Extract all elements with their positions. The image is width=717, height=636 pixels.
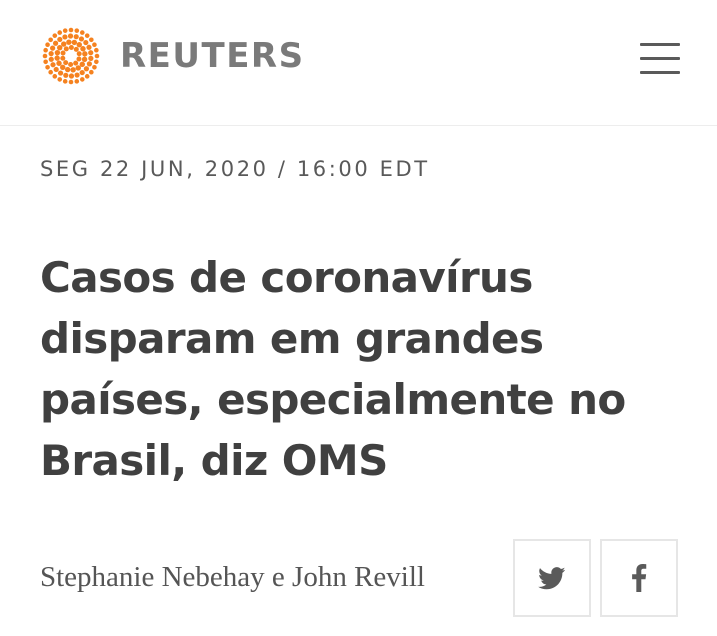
twitter-icon	[538, 566, 566, 589]
logo-dot	[78, 36, 85, 42]
logo-dot	[57, 70, 64, 76]
logo-dot	[57, 36, 63, 43]
logo-dot	[64, 66, 71, 73]
logo-dot	[52, 33, 58, 38]
logo-dot	[94, 47, 99, 53]
logo-dot	[79, 69, 85, 76]
logo-dot	[66, 39, 72, 45]
logo-dot	[52, 74, 58, 79]
logo-dot	[89, 37, 94, 43]
logo-dot	[62, 34, 68, 40]
logo-dot	[76, 42, 82, 48]
logo-dot	[54, 49, 61, 56]
brand-name: REUTERS	[120, 36, 305, 76]
menu-icon[interactable]	[638, 40, 682, 76]
logo-dot	[73, 46, 79, 52]
logo-dot	[74, 79, 80, 84]
logo-dot	[79, 77, 85, 82]
reuters-logo-icon	[42, 27, 100, 85]
logo-dot	[68, 61, 74, 67]
logo-dot	[73, 60, 79, 66]
logo-dot	[83, 39, 89, 46]
logo-dot	[56, 60, 62, 66]
article-dateline: SEG 22 JUN, 2020 / 16:00 EDT	[40, 157, 430, 181]
logo-dot	[84, 33, 90, 38]
logo-dot	[79, 30, 85, 35]
logo-dot	[94, 59, 99, 65]
logo-dot	[57, 45, 63, 51]
logo-dot	[43, 47, 48, 53]
logo-dot	[68, 79, 74, 85]
logo-dot	[57, 30, 63, 35]
logo-dot	[62, 28, 68, 33]
article-byline[interactable]: Stephanie Nebehay e John Revill	[40, 561, 425, 594]
logo-dot	[92, 42, 97, 48]
logo-dot	[74, 72, 80, 78]
logo-dot	[63, 46, 69, 52]
logo-dot	[86, 61, 92, 67]
logo-dot	[50, 62, 56, 68]
logo-dot	[68, 45, 74, 51]
logo-dot	[84, 74, 90, 79]
logo-dot	[88, 50, 94, 56]
logo-dot	[70, 67, 76, 73]
logo-dot	[73, 34, 79, 40]
logo-dot	[62, 79, 68, 84]
logo-dot	[74, 28, 80, 33]
logo-dot	[83, 66, 90, 72]
logo-dot	[45, 64, 50, 70]
logo-dot	[50, 45, 56, 51]
logo-dot	[54, 55, 60, 61]
logo-dot	[53, 66, 59, 73]
logo-dot	[52, 40, 59, 46]
logo-dot	[60, 55, 66, 61]
logo-dot	[75, 65, 81, 71]
logo-dot	[67, 33, 74, 39]
logo-dot	[76, 51, 82, 57]
reuters-logo[interactable]: REUTERS	[40, 26, 305, 86]
logo-dot	[80, 46, 86, 52]
logo-dot	[63, 60, 69, 66]
logo-dot	[63, 72, 69, 78]
share-facebook-button[interactable]	[600, 539, 678, 617]
logo-dot	[81, 56, 88, 63]
logo-dot	[60, 64, 66, 70]
logo-dot	[89, 69, 94, 75]
logo-dot	[92, 64, 97, 70]
logo-dot	[79, 61, 85, 67]
logo-dot	[42, 53, 48, 59]
logo-dot	[60, 50, 66, 56]
article-headline: Casos de coronavírus disparam em grandes…	[40, 253, 626, 485]
site-header: REUTERS	[0, 0, 717, 126]
logo-dot	[61, 41, 67, 47]
logo-dot	[71, 39, 78, 46]
logo-dot	[68, 27, 74, 33]
logo-dot	[82, 51, 88, 57]
logo-dot	[43, 59, 48, 65]
logo-dot	[88, 55, 94, 61]
logo-dot	[94, 53, 100, 59]
logo-dot	[57, 77, 63, 82]
logo-dot	[45, 42, 50, 48]
logo-dot	[76, 56, 82, 62]
logo-dot	[48, 56, 54, 62]
logo-dot	[68, 73, 75, 79]
facebook-icon	[632, 564, 647, 592]
logo-dot	[48, 37, 53, 43]
share-twitter-button[interactable]	[513, 539, 591, 617]
logo-dot	[48, 69, 53, 75]
logo-dot	[48, 51, 54, 57]
logo-dot	[86, 44, 92, 50]
